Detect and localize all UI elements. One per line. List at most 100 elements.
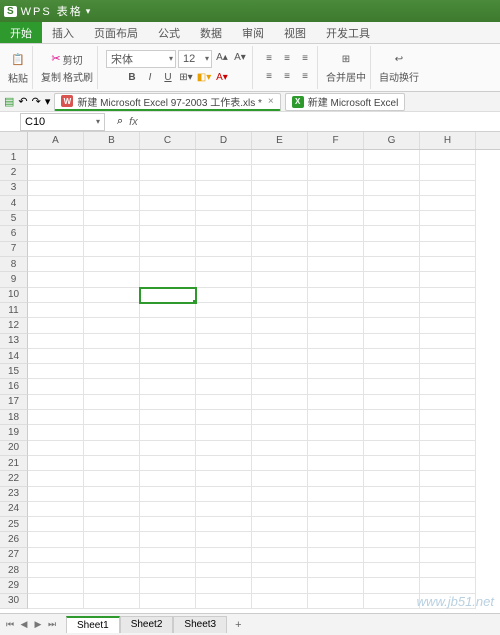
cell-B19[interactable] [84, 425, 140, 440]
cell-G15[interactable] [364, 364, 420, 379]
sheet-nav-last-icon[interactable]: ⏭ [46, 619, 58, 630]
merge-center-button[interactable]: 合并居中 [326, 69, 366, 84]
cell-B30[interactable] [84, 594, 140, 609]
cell-A12[interactable] [28, 318, 84, 333]
cell-D17[interactable] [196, 395, 252, 410]
document-tab-2[interactable]: X 新建 Microsoft Excel [285, 93, 406, 111]
cell-B6[interactable] [84, 226, 140, 241]
cell-A20[interactable] [28, 441, 84, 456]
cell-C16[interactable] [140, 379, 196, 394]
cell-B11[interactable] [84, 303, 140, 318]
cell-G19[interactable] [364, 425, 420, 440]
row-header-1[interactable]: 1 [0, 150, 28, 165]
cell-C26[interactable] [140, 532, 196, 547]
cell-F14[interactable] [308, 349, 364, 364]
cell-C2[interactable] [140, 165, 196, 180]
sheet-nav-first-icon[interactable]: ⏮ [4, 619, 16, 630]
cell-D29[interactable] [196, 578, 252, 593]
menu-tab-公式[interactable]: 公式 [148, 22, 190, 43]
cell-C5[interactable] [140, 211, 196, 226]
cell-F15[interactable] [308, 364, 364, 379]
cell-C9[interactable] [140, 272, 196, 287]
cell-E17[interactable] [252, 395, 308, 410]
cell-G2[interactable] [364, 165, 420, 180]
row-header-13[interactable]: 13 [0, 334, 28, 349]
cell-F16[interactable] [308, 379, 364, 394]
row-header-8[interactable]: 8 [0, 257, 28, 272]
cell-H11[interactable] [420, 303, 476, 318]
cell-D3[interactable] [196, 181, 252, 196]
cell-C25[interactable] [140, 517, 196, 532]
row-header-19[interactable]: 19 [0, 425, 28, 440]
cell-E25[interactable] [252, 517, 308, 532]
titlebar-dropdown-icon[interactable]: ▾ [86, 6, 91, 17]
cell-F12[interactable] [308, 318, 364, 333]
row-header-9[interactable]: 9 [0, 272, 28, 287]
cell-A18[interactable] [28, 410, 84, 425]
col-header-B[interactable]: B [84, 132, 140, 149]
cell-E30[interactable] [252, 594, 308, 609]
cell-H26[interactable] [420, 532, 476, 547]
cell-D25[interactable] [196, 517, 252, 532]
row-header-10[interactable]: 10 [0, 288, 28, 303]
cell-H18[interactable] [420, 410, 476, 425]
cell-H23[interactable] [420, 487, 476, 502]
cell-F21[interactable] [308, 456, 364, 471]
cell-E10[interactable] [252, 288, 308, 303]
cell-G23[interactable] [364, 487, 420, 502]
align-top-icon[interactable]: ≡ [261, 51, 277, 67]
menu-tab-页面布局[interactable]: 页面布局 [84, 22, 148, 43]
cell-E23[interactable] [252, 487, 308, 502]
cell-D22[interactable] [196, 471, 252, 486]
cell-D9[interactable] [196, 272, 252, 287]
cell-H1[interactable] [420, 150, 476, 165]
row-header-15[interactable]: 15 [0, 364, 28, 379]
cell-E24[interactable] [252, 502, 308, 517]
cell-H9[interactable] [420, 272, 476, 287]
align-right-icon[interactable]: ≡ [297, 69, 313, 85]
format-painter-button[interactable]: 格式刷 [63, 69, 93, 84]
row-header-16[interactable]: 16 [0, 379, 28, 394]
cell-C4[interactable] [140, 196, 196, 211]
cell-G17[interactable] [364, 395, 420, 410]
cell-D2[interactable] [196, 165, 252, 180]
cell-H16[interactable] [420, 379, 476, 394]
cell-A17[interactable] [28, 395, 84, 410]
cell-B13[interactable] [84, 334, 140, 349]
cell-E21[interactable] [252, 456, 308, 471]
cell-G24[interactable] [364, 502, 420, 517]
cell-F19[interactable] [308, 425, 364, 440]
cell-A22[interactable] [28, 471, 84, 486]
cell-C20[interactable] [140, 441, 196, 456]
font-name-combo[interactable]: 宋体 [106, 50, 176, 68]
row-header-3[interactable]: 3 [0, 181, 28, 196]
cell-B7[interactable] [84, 242, 140, 257]
cell-E7[interactable] [252, 242, 308, 257]
cell-G22[interactable] [364, 471, 420, 486]
cell-H5[interactable] [420, 211, 476, 226]
cell-D19[interactable] [196, 425, 252, 440]
cell-E15[interactable] [252, 364, 308, 379]
cell-D6[interactable] [196, 226, 252, 241]
cell-D1[interactable] [196, 150, 252, 165]
cell-F7[interactable] [308, 242, 364, 257]
cell-B25[interactable] [84, 517, 140, 532]
cell-A4[interactable] [28, 196, 84, 211]
cell-A28[interactable] [28, 563, 84, 578]
cell-E18[interactable] [252, 410, 308, 425]
cell-A21[interactable] [28, 456, 84, 471]
increase-font-icon[interactable]: A▴ [214, 50, 230, 66]
cell-H30[interactable] [420, 594, 476, 609]
cell-G7[interactable] [364, 242, 420, 257]
cell-D16[interactable] [196, 379, 252, 394]
cell-A24[interactable] [28, 502, 84, 517]
cell-G6[interactable] [364, 226, 420, 241]
cell-B10[interactable] [84, 288, 140, 303]
cell-D21[interactable] [196, 456, 252, 471]
search-icon[interactable]: ⌕ [117, 115, 123, 128]
wrap-icon[interactable]: ↩ [391, 51, 407, 67]
cell-E13[interactable] [252, 334, 308, 349]
cell-H8[interactable] [420, 257, 476, 272]
cell-C28[interactable] [140, 563, 196, 578]
cell-E19[interactable] [252, 425, 308, 440]
